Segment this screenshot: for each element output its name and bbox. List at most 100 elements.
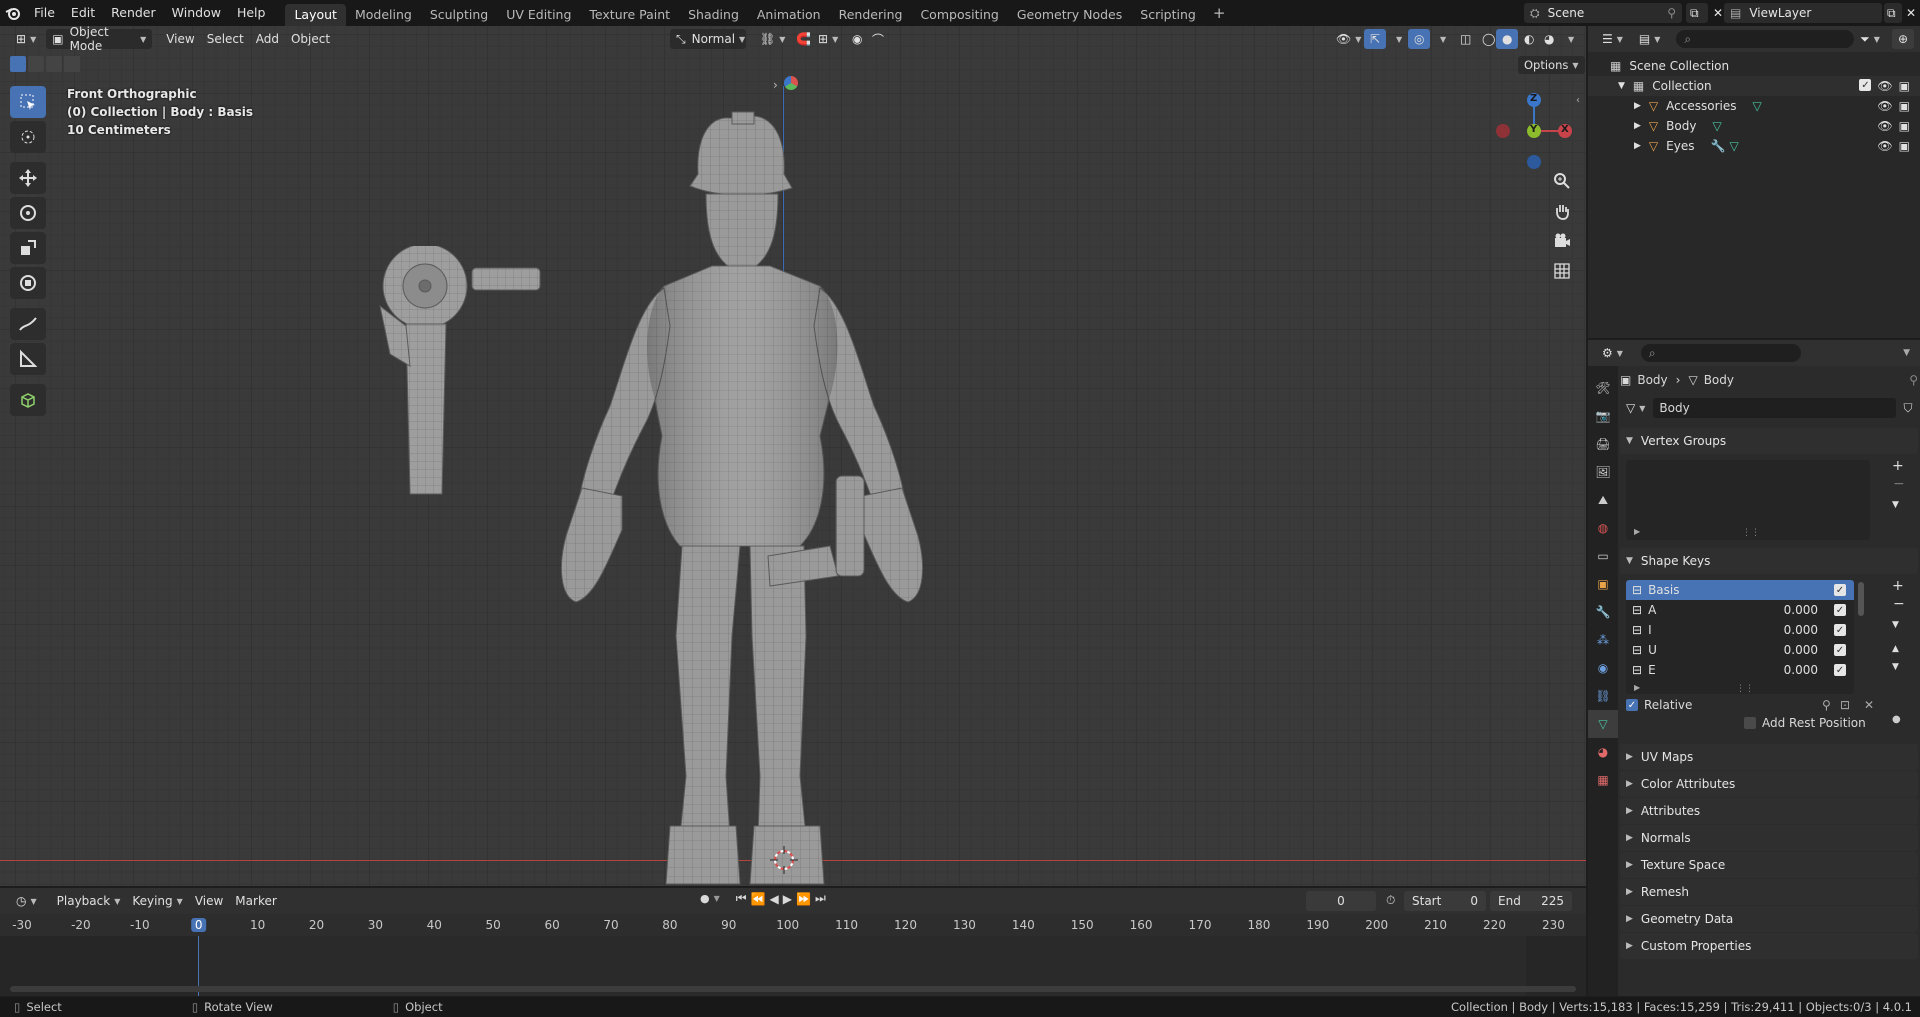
move-down-icon[interactable]: ▼ bbox=[1892, 662, 1899, 672]
modifier-tab-icon[interactable]: 🔧 bbox=[1588, 598, 1618, 626]
overlay-dropdown-icon[interactable]: ▼ bbox=[1430, 29, 1452, 49]
move-tool-icon[interactable] bbox=[10, 162, 46, 194]
vertex-groups-panel-header[interactable]: ▼ Vertex Groups bbox=[1620, 428, 1918, 454]
modifier-wrench-icon[interactable]: 🔧 bbox=[1710, 139, 1725, 153]
menu-edit[interactable]: Edit bbox=[63, 0, 103, 26]
add-workspace-icon[interactable]: + bbox=[1205, 4, 1234, 22]
tab-uv-editing[interactable]: UV Editing bbox=[497, 4, 580, 26]
world-tab-icon[interactable]: ◍ bbox=[1588, 514, 1618, 542]
properties-search-input[interactable]: ⌕ bbox=[1640, 344, 1801, 362]
render-camera-icon[interactable]: ▣ bbox=[1899, 139, 1910, 153]
outliner-item-eyes[interactable]: ▶ ▽ Eyes 🔧 ▽ 👁 ▣ bbox=[1588, 136, 1920, 156]
shading-dropdown-icon[interactable]: ▼ bbox=[1558, 29, 1580, 49]
timeline-marker-menu[interactable]: Marker bbox=[229, 891, 282, 911]
outliner-item-body[interactable]: ▶ ▽ Body ▽ 👁 ▣ bbox=[1588, 116, 1920, 136]
jump-to-keyframe-prev-icon[interactable]: ⏪ bbox=[751, 892, 766, 906]
annotate-tool-icon[interactable] bbox=[10, 308, 46, 340]
list-expand-icon[interactable]: ▶ bbox=[1634, 683, 1640, 692]
material-tab-icon[interactable]: ◕ bbox=[1588, 738, 1618, 766]
properties-editor-icon[interactable]: ⚙ ▼ bbox=[1596, 343, 1629, 363]
render-camera-icon[interactable]: ▣ bbox=[1899, 99, 1910, 113]
mesh-name-field[interactable]: Body bbox=[1653, 398, 1896, 418]
texture-space-panel-header[interactable]: ▶ Texture Space bbox=[1620, 852, 1918, 878]
tab-rendering[interactable]: Rendering bbox=[830, 4, 912, 26]
shape-key-row[interactable]: ⊟ U 0.000 ✓ bbox=[1626, 640, 1854, 660]
solid-shading-icon[interactable]: ● bbox=[1496, 29, 1519, 49]
expand-arrow-icon[interactable]: ▼ bbox=[1618, 81, 1625, 91]
mesh-data-icon[interactable]: ▽ bbox=[1752, 99, 1761, 113]
shape-key-row[interactable]: ⊟ A 0.000 ✓ bbox=[1626, 600, 1854, 620]
current-frame-field[interactable]: 0 bbox=[1306, 891, 1376, 911]
end-frame-field[interactable]: End 225 bbox=[1490, 891, 1572, 911]
tab-compositing[interactable]: Compositing bbox=[911, 4, 1007, 26]
new-view-layer-icon[interactable]: ⧉ bbox=[1884, 3, 1902, 23]
constraints-tab-icon[interactable]: ⛓ bbox=[1588, 682, 1618, 710]
vertex-groups-list[interactable]: ▶ ⋮⋮ bbox=[1626, 460, 1870, 540]
editor-type-icon[interactable]: ⊞ ▼ bbox=[10, 29, 42, 49]
relative-checkbox[interactable]: ✓ bbox=[1626, 699, 1638, 711]
3d-viewport[interactable]: ⊞ ▼ ▣ Object Mode ▼ View Select Add Object… bbox=[0, 26, 1586, 886]
new-scene-icon[interactable]: ⧉ bbox=[1686, 3, 1708, 23]
select-subtract-icon[interactable] bbox=[46, 56, 62, 72]
gizmo-dropdown-icon[interactable]: ▼ bbox=[1386, 29, 1408, 49]
remove-vertex-group-icon[interactable]: − bbox=[1893, 476, 1905, 492]
scale-tool-icon[interactable] bbox=[10, 232, 46, 264]
transform-tool-icon[interactable] bbox=[10, 267, 46, 299]
scene-tab-icon[interactable]: ⛰ bbox=[1588, 486, 1618, 514]
add-cube-tool-icon[interactable] bbox=[10, 384, 46, 416]
outliner-search-input[interactable]: ⌕ bbox=[1676, 30, 1855, 48]
outliner-collection[interactable]: ▼ ▦ Collection ✓ 👁 ▣ bbox=[1588, 76, 1920, 96]
accessories-mesh[interactable] bbox=[370, 246, 550, 496]
expand-arrow-icon[interactable]: ▶ bbox=[1634, 101, 1641, 111]
select-extend-icon[interactable] bbox=[28, 56, 44, 72]
shape-key-row[interactable]: ⊟ Basis ✓ bbox=[1626, 580, 1854, 600]
pin-icon[interactable]: ⚲ bbox=[1667, 6, 1676, 20]
particles-tab-icon[interactable]: ⁂ bbox=[1588, 626, 1618, 654]
list-expand-icon[interactable]: ▶ bbox=[1634, 527, 1640, 536]
start-frame-field[interactable]: Start 0 bbox=[1404, 891, 1486, 911]
data-tab-icon[interactable]: ▽ bbox=[1588, 710, 1618, 738]
falloff-icon[interactable]: ⌒ bbox=[866, 29, 890, 49]
jump-to-keyframe-next-icon[interactable]: ⏩ bbox=[796, 892, 811, 906]
object-tab-icon[interactable]: ▣ bbox=[1588, 570, 1618, 598]
tab-shading[interactable]: Shading bbox=[679, 4, 748, 26]
shape-key-value[interactable]: 0.000 bbox=[1784, 603, 1818, 617]
render-tab-icon[interactable]: 📷 bbox=[1588, 402, 1618, 430]
view-layer-tab-icon[interactable]: 🖼 bbox=[1588, 458, 1618, 486]
viewport-menu-select[interactable]: Select bbox=[201, 29, 250, 49]
playhead-frame-indicator[interactable]: 0 bbox=[190, 918, 207, 932]
collection-tab-icon[interactable]: ▭ bbox=[1588, 542, 1618, 570]
shape-key-pin-icon[interactable]: ⚲ bbox=[1822, 698, 1831, 712]
outliner-item-accessories[interactable]: ▶ ▽ Accessories ▽ 👁 ▣ bbox=[1588, 96, 1920, 116]
move-up-icon[interactable]: ▲ bbox=[1892, 644, 1899, 654]
play-reverse-icon[interactable]: ◀ bbox=[770, 892, 779, 906]
viewport-menu-object[interactable]: Object bbox=[285, 29, 336, 49]
uv-maps-panel-header[interactable]: ▶ UV Maps bbox=[1620, 744, 1918, 770]
shape-key-specials-icon[interactable]: ▼ bbox=[1892, 620, 1899, 630]
view-layer-selector[interactable]: ▤ ViewLayer bbox=[1724, 3, 1882, 23]
zoom-icon[interactable] bbox=[1547, 166, 1577, 196]
auto-keying-dropdown-icon[interactable]: ▼ bbox=[714, 894, 720, 903]
timeline-ruler[interactable]: -30 -20 -10 0 10 20 30 40 50 60 70 80 90 100 110 120 130… bbox=[0, 914, 1586, 936]
add-shape-key-icon[interactable]: + bbox=[1892, 578, 1904, 594]
shape-key-mute-checkbox[interactable]: ✓ bbox=[1834, 624, 1846, 636]
camera-view-icon[interactable] bbox=[1547, 226, 1577, 256]
shape-key-value[interactable]: 0.000 bbox=[1784, 663, 1818, 677]
visibility-eye-icon[interactable]: 👁 bbox=[1877, 139, 1892, 153]
select-box-tool-icon[interactable] bbox=[10, 86, 46, 118]
auto-keying-icon[interactable]: ● bbox=[700, 892, 710, 905]
filter-icon[interactable]: ⏷ ▼ bbox=[1854, 29, 1886, 49]
options-button[interactable]: Options ▼ bbox=[1518, 56, 1585, 74]
visibility-eye-icon[interactable]: 👁 bbox=[1877, 79, 1892, 93]
timeline-editor-icon[interactable]: ◷ ▼ bbox=[10, 891, 43, 911]
new-collection-icon[interactable]: ⊕ bbox=[1891, 29, 1914, 49]
select-invert-icon[interactable] bbox=[64, 56, 80, 72]
tab-animation[interactable]: Animation bbox=[748, 4, 830, 26]
clear-weights-icon[interactable]: ✕ bbox=[1864, 698, 1874, 712]
tab-modeling[interactable]: Modeling bbox=[346, 4, 421, 26]
menu-help[interactable]: Help bbox=[229, 0, 274, 26]
pin-icon[interactable]: ⚲ bbox=[1909, 373, 1918, 387]
header-collapse-icon[interactable]: › bbox=[773, 78, 778, 92]
viewport-menu-add[interactable]: Add bbox=[250, 29, 285, 49]
perspective-toggle-icon[interactable] bbox=[1547, 256, 1577, 286]
